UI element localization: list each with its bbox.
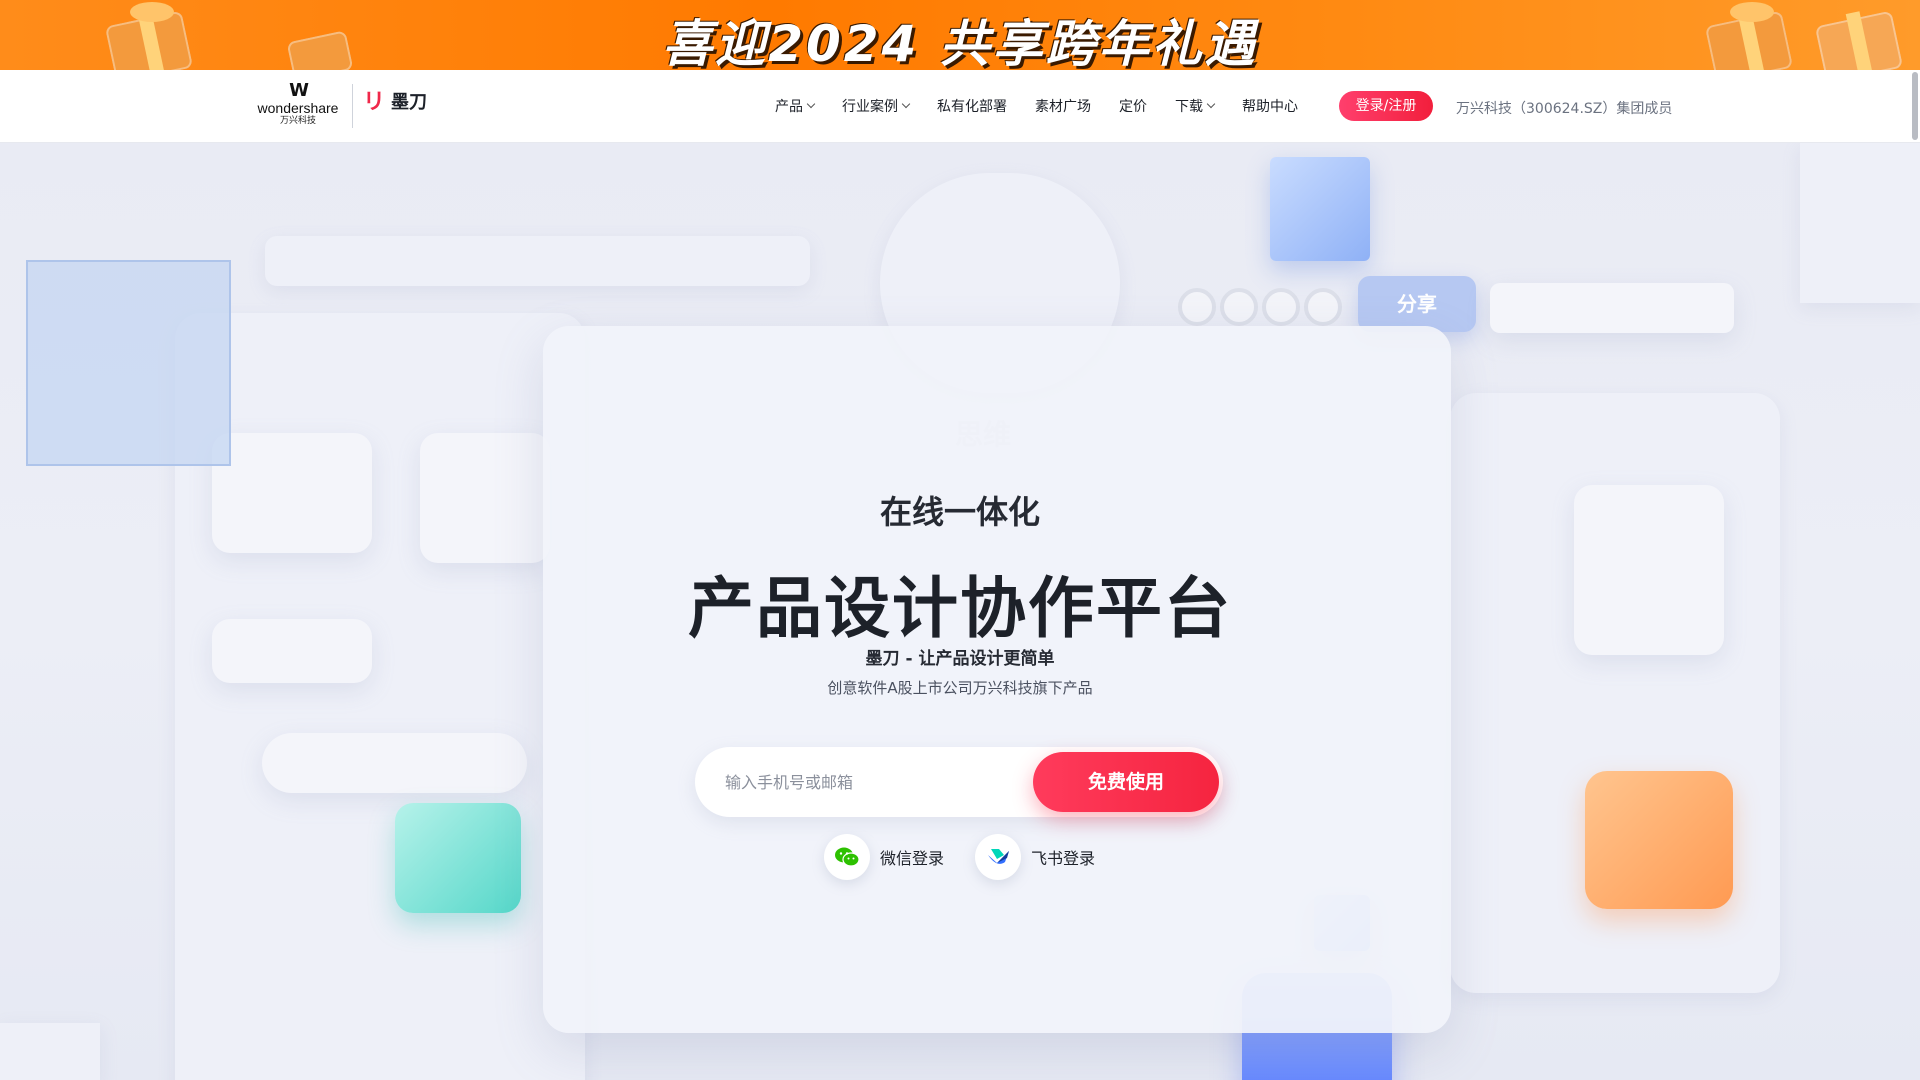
menu-item-private-deploy[interactable]: 私有化部署	[937, 96, 1007, 116]
menu-item-label: 行业案例	[842, 99, 898, 115]
chevron-down-icon	[901, 99, 911, 109]
decor-dot	[1220, 288, 1258, 326]
menu-item-label: 帮助中心	[1242, 99, 1298, 115]
hero-tagline: 墨刀 - 让产品设计更简单	[865, 649, 1055, 669]
phone-email-input[interactable]	[725, 767, 1005, 797]
menu-item-label: 素材广场	[1035, 99, 1091, 115]
decor-blue-cube	[1270, 157, 1370, 261]
wondershare-mark-icon: W	[289, 80, 309, 101]
menu-item-label: 定价	[1119, 99, 1147, 115]
login-register-button[interactable]: 登录/注册	[1339, 91, 1433, 121]
menu-item-help[interactable]: 帮助中心	[1242, 96, 1298, 116]
chevron-down-icon	[1206, 99, 1216, 109]
decor-orange-cube	[1585, 771, 1733, 909]
decor-pill	[262, 733, 527, 793]
decor-share-pill: 分享	[1358, 276, 1476, 332]
decor-dot	[1262, 288, 1300, 326]
feishu-icon	[975, 834, 1021, 880]
modao-name: 墨刀	[391, 92, 428, 113]
modao-mark-icon: リ	[363, 90, 386, 115]
menu-item-label: 产品	[775, 99, 803, 115]
page-scrollbar[interactable]	[1912, 72, 1918, 140]
top-nav: W wondershare 万兴科技 リ 墨刀 产品 行业案例 私有化部署 素材…	[0, 70, 1920, 143]
menu-item-products[interactable]: 产品	[775, 96, 816, 116]
decor-input	[1490, 283, 1734, 333]
menu-item-cases[interactable]: 行业案例	[842, 96, 911, 116]
chevron-down-icon	[806, 99, 816, 109]
menu-item-pricing[interactable]: 定价	[1119, 96, 1147, 116]
hero-title: 产品设计协作平台	[688, 570, 1232, 647]
menu-item-assets[interactable]: 素材广场	[1035, 96, 1091, 116]
decor-block	[1800, 143, 1920, 303]
wechat-login[interactable]: 微信登录	[824, 834, 944, 880]
promo-banner-text: 喜迎2024 共享跨年礼遇	[662, 15, 1258, 70]
decor-dot	[1304, 288, 1342, 326]
promo-banner[interactable]: 喜迎2024 共享跨年礼遇	[0, 0, 1920, 70]
decor-block	[0, 1023, 100, 1080]
wondershare-cn-name: 万兴科技	[279, 116, 316, 126]
feishu-login[interactable]: 飞书登录	[975, 834, 1095, 880]
feishu-login-label: 飞书登录	[1031, 849, 1096, 868]
free-use-button[interactable]: 免费使用	[1033, 752, 1219, 812]
decor-teal-cube	[395, 803, 521, 913]
group-member-text[interactable]: 万兴科技（300624.SZ）集团成员	[1456, 98, 1672, 118]
gift-box-icon	[1700, 0, 1810, 70]
hero-subtitle: 在线一体化	[879, 493, 1040, 531]
gift-box-icon	[1810, 0, 1910, 70]
wechat-login-label: 微信登录	[880, 849, 945, 868]
wechat-icon	[824, 834, 870, 880]
main-menu: 产品 行业案例 私有化部署 素材广场 定价 下载 帮助中心	[775, 96, 1326, 116]
modao-logo[interactable]: リ 墨刀	[363, 92, 427, 114]
decor-toolbar	[265, 236, 810, 286]
menu-item-label: 私有化部署	[937, 99, 1007, 115]
hero-description: 创意软件A股上市公司万兴科技旗下产品	[827, 679, 1093, 697]
logo-divider	[352, 84, 353, 128]
menu-item-download[interactable]: 下载	[1175, 96, 1216, 116]
wondershare-logo[interactable]: W wondershare 万兴科技	[255, 82, 341, 132]
wondershare-name: wondershare	[257, 100, 339, 116]
decor-dot	[1178, 288, 1216, 326]
decor-glass-square	[26, 260, 231, 466]
menu-item-label: 下载	[1175, 99, 1203, 115]
